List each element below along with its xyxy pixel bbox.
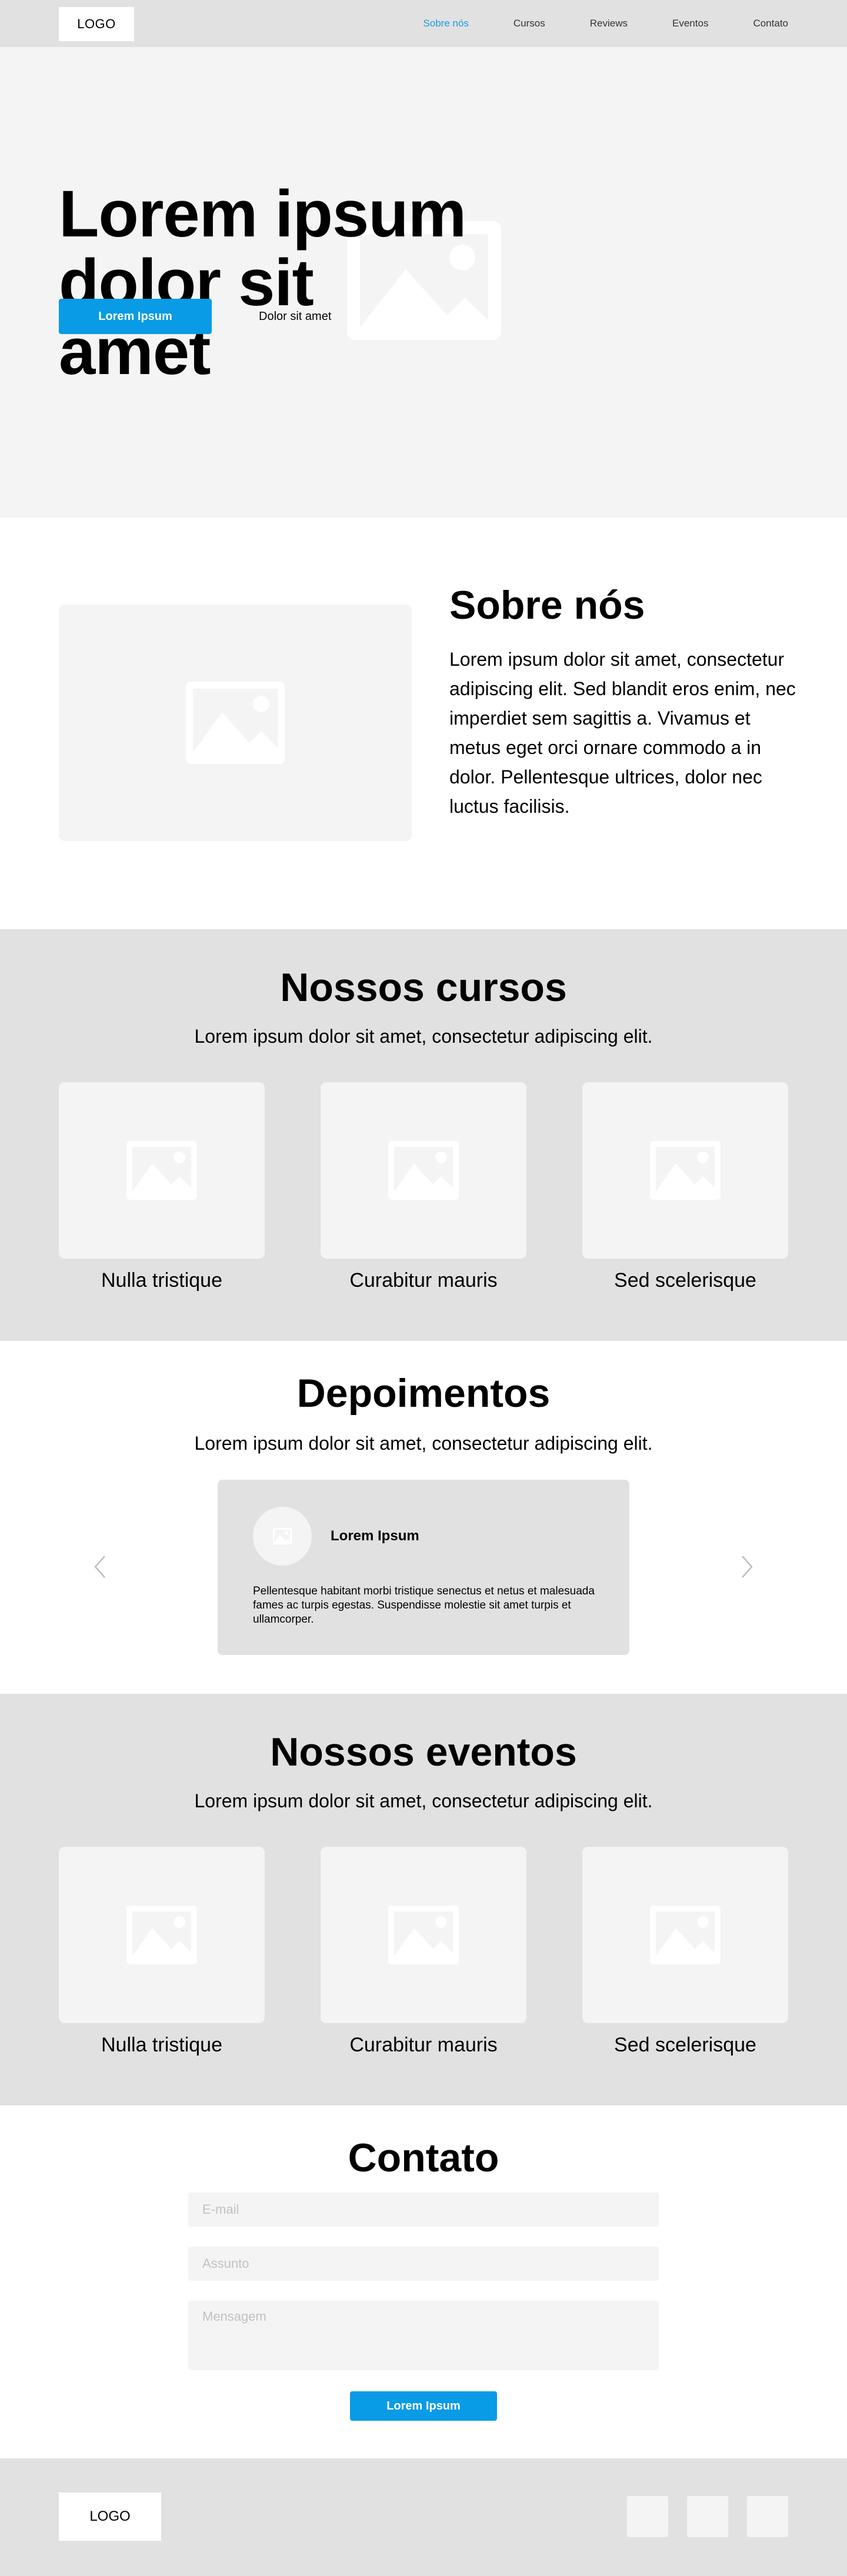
course-card-image[interactable]: [59, 1082, 265, 1259]
image-placeholder-icon: [186, 682, 285, 764]
about-title: Sobre nós: [449, 583, 645, 628]
course-card-label[interactable]: Nulla tristique: [59, 1269, 265, 1292]
event-card-image[interactable]: [59, 1847, 265, 2023]
social-icon[interactable]: [747, 2496, 788, 2537]
image-placeholder-icon: [388, 1141, 459, 1200]
header-logo[interactable]: LOGO: [59, 7, 134, 41]
site-header: LOGO Sobre nós Cursos Reviews Eventos Co…: [0, 0, 847, 47]
about-text: Lorem ipsum dolor sit amet, consectetur …: [449, 649, 796, 817]
footer-logo[interactable]: LOGO: [59, 2492, 161, 2541]
course-card-image[interactable]: [321, 1082, 526, 1259]
testimonial-text: Pellentesque habitant morbi tristique se…: [253, 1585, 595, 1626]
courses-title: Nossos cursos: [280, 965, 567, 1010]
submit-button[interactable]: Lorem Ipsum: [350, 2391, 497, 2421]
events-section: Nossos eventos Lorem ipsum dolor sit ame…: [0, 1694, 847, 2105]
email-field[interactable]: [188, 2193, 659, 2227]
event-card-label[interactable]: Curabitur mauris: [321, 2034, 526, 2057]
chevron-left-icon[interactable]: [93, 1555, 107, 1579]
social-icon[interactable]: [627, 2496, 668, 2537]
course-card-label[interactable]: Sed scelerisque: [582, 1269, 788, 1292]
event-card-label[interactable]: Sed scelerisque: [582, 2034, 788, 2057]
events-title: Nossos eventos: [270, 1730, 577, 1774]
courses-section: Nossos cursos Lorem ipsum dolor sit amet…: [0, 929, 847, 1341]
about-image-placeholder: [59, 605, 412, 841]
nav-item-sobre[interactable]: Sobre nós: [423, 18, 469, 29]
image-placeholder-icon: [650, 1906, 721, 1964]
hero-title: Lorem ipsum dolor sit amet: [59, 177, 466, 388]
contact-title: Contato: [348, 2135, 499, 2180]
image-placeholder-icon: [273, 1528, 292, 1544]
nav-item-eventos[interactable]: Eventos: [672, 18, 708, 29]
events-subtitle: Lorem ipsum dolor sit amet, consectetur …: [194, 1790, 653, 1811]
chevron-right-icon[interactable]: [740, 1555, 754, 1579]
hero-primary-button[interactable]: Lorem Ipsum: [59, 299, 212, 334]
social-icon[interactable]: [687, 2496, 728, 2537]
hero-section: Lorem ipsum dolor sit amet: [0, 47, 847, 518]
image-placeholder-icon: [126, 1141, 197, 1200]
event-card-label[interactable]: Nulla tristique: [59, 2034, 265, 2057]
avatar: [253, 1507, 312, 1566]
site-footer: LOGO: [0, 2458, 847, 2576]
course-card-image[interactable]: [582, 1082, 788, 1259]
testimonials-title: Depoimentos: [296, 1371, 551, 1416]
image-placeholder-icon: [126, 1906, 197, 1964]
courses-subtitle: Lorem ipsum dolor sit amet, consectetur …: [194, 1026, 653, 1047]
image-placeholder-icon: [650, 1141, 721, 1200]
nav-item-cursos[interactable]: Cursos: [513, 18, 545, 29]
event-card-image[interactable]: [582, 1847, 788, 2023]
image-placeholder-icon: [388, 1906, 459, 1964]
main-nav: Sobre nós Cursos Reviews Eventos Contato: [378, 0, 788, 47]
message-field[interactable]: [188, 2301, 659, 2370]
testimonials-subtitle: Lorem ipsum dolor sit amet, consectetur …: [194, 1433, 653, 1454]
course-card-label[interactable]: Curabitur mauris: [321, 1269, 526, 1292]
event-card-image[interactable]: [321, 1847, 526, 2023]
subject-field[interactable]: [188, 2247, 659, 2281]
nav-item-reviews[interactable]: Reviews: [590, 18, 628, 29]
nav-item-contato[interactable]: Contato: [753, 18, 788, 29]
testimonial-card: Lorem Ipsum Pellentesque habitant morbi …: [218, 1480, 629, 1655]
testimonial-author: Lorem Ipsum: [331, 1528, 419, 1544]
hero-secondary-link[interactable]: Dolor sit amet: [259, 299, 331, 334]
